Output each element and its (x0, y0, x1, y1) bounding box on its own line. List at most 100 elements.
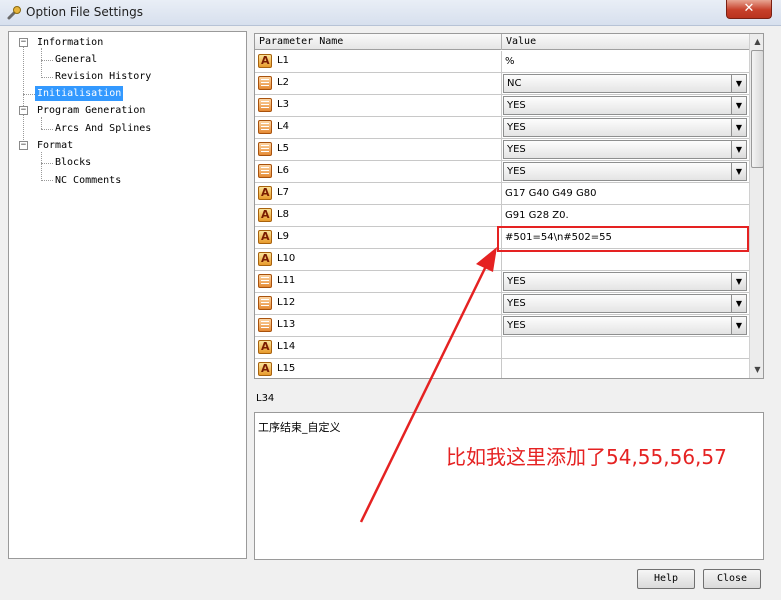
tree-item-blocks[interactable]: Blocks (55, 155, 91, 170)
value-text-cell[interactable] (501, 249, 749, 270)
annotation-highlight-box (497, 226, 749, 252)
tree-connector (41, 129, 53, 130)
value-text-cell[interactable] (501, 359, 749, 378)
close-button[interactable]: Close (703, 569, 761, 589)
tree-connector (41, 152, 42, 181)
value-dropdown[interactable]: YES ▼ (503, 96, 747, 115)
chevron-down-icon[interactable]: ▼ (731, 97, 746, 114)
parameter-name: L13 (277, 319, 296, 330)
parameter-name: L12 (277, 297, 296, 308)
text-param-icon (258, 252, 272, 266)
chevron-down-icon[interactable]: ▼ (731, 163, 746, 180)
tree-item-revision-history[interactable]: Revision History (55, 69, 151, 84)
table-row[interactable]: L2 NC ▼ (255, 73, 749, 95)
value-dropdown[interactable]: YES ▼ (503, 162, 747, 181)
text-param-icon (258, 186, 272, 200)
wrench-icon (7, 6, 21, 20)
scroll-thumb[interactable] (751, 50, 763, 168)
chevron-down-icon[interactable]: ▼ (731, 119, 746, 136)
column-header-value[interactable]: Value (501, 34, 749, 50)
value-text-cell[interactable]: G17 G40 G49 G80 (501, 183, 749, 204)
collapse-program-generation-icon[interactable]: − (19, 106, 28, 115)
scroll-up-icon[interactable]: ▲ (750, 34, 763, 49)
list-param-icon (258, 164, 272, 178)
parameter-name: L5 (277, 143, 289, 154)
dropdown-selected-value: YES (507, 320, 526, 331)
table-row[interactable]: L6 YES ▼ (255, 161, 749, 183)
list-param-icon (258, 142, 272, 156)
list-param-icon (258, 98, 272, 112)
tree-item-format[interactable]: Format (37, 138, 73, 153)
chevron-down-icon[interactable]: ▼ (731, 141, 746, 158)
tree-item-arcs-and-splines[interactable]: Arcs And Splines (55, 121, 151, 136)
window-title: Option File Settings (26, 5, 143, 19)
table-row[interactable]: L1% (255, 51, 749, 73)
table-row[interactable]: L5 YES ▼ (255, 139, 749, 161)
table-row[interactable]: L3 YES ▼ (255, 95, 749, 117)
parameter-name: L11 (277, 275, 296, 286)
table-row[interactable]: L15 (255, 359, 749, 378)
parameter-name: L8 (277, 209, 289, 220)
collapse-information-icon[interactable]: − (19, 38, 28, 47)
table-row[interactable]: L11 YES ▼ (255, 271, 749, 293)
tree-connector (41, 60, 53, 61)
list-param-icon (258, 76, 272, 90)
parameter-name: L6 (277, 165, 289, 176)
parameter-name: L2 (277, 77, 289, 88)
value-text-cell[interactable]: G91 G28 Z0. (501, 205, 749, 226)
tree-item-information[interactable]: Information (37, 35, 103, 50)
text-param-icon (258, 230, 272, 244)
parameter-name: L14 (277, 341, 296, 352)
help-button[interactable]: Help (637, 569, 695, 589)
value-dropdown[interactable]: YES ▼ (503, 118, 747, 137)
value-text-cell[interactable] (501, 337, 749, 358)
text-param-icon (258, 362, 272, 376)
chevron-down-icon[interactable]: ▼ (731, 273, 746, 290)
parameter-name: L10 (277, 253, 296, 264)
description-box: 工序结束_自定义 (254, 412, 764, 560)
tree-connector (23, 44, 24, 146)
grid-scrollbar[interactable]: ▲ ▼ (749, 34, 763, 378)
tree-connector (41, 77, 53, 78)
table-row[interactable]: L14 (255, 337, 749, 359)
dropdown-selected-value: NC (507, 78, 522, 89)
list-param-icon (258, 296, 272, 310)
text-param-icon (258, 208, 272, 222)
tree-connector (41, 117, 42, 129)
tree-item-general[interactable]: General (55, 52, 97, 67)
list-param-icon (258, 274, 272, 288)
table-row[interactable]: L8 G91 G28 Z0. (255, 205, 749, 227)
tree-item-nc-comments[interactable]: NC Comments (55, 173, 121, 188)
value-dropdown[interactable]: YES ▼ (503, 272, 747, 291)
collapse-format-icon[interactable]: − (19, 141, 28, 150)
dropdown-selected-value: YES (507, 276, 526, 287)
table-row[interactable]: L7 G17 G40 G49 G80 (255, 183, 749, 205)
parameter-grid: Parameter Name Value L1% L2 NC ▼ L3 YES ▼ L4 YES… (254, 33, 764, 379)
window-close-button[interactable]: ✕ (726, 0, 772, 19)
annotation-text: 比如我这里添加了54,55,56,57 (446, 445, 727, 469)
settings-tree: − Information General Revision History I… (8, 31, 247, 559)
value-dropdown[interactable]: NC ▼ (503, 74, 747, 93)
dropdown-selected-value: YES (507, 298, 526, 309)
chevron-down-icon[interactable]: ▼ (731, 295, 746, 312)
parameter-name: L7 (277, 187, 289, 198)
tree-item-program-generation[interactable]: Program Generation (37, 103, 145, 118)
tree-item-initialisation[interactable]: Initialisation (35, 86, 124, 101)
table-row[interactable]: L10 (255, 249, 749, 271)
text-param-icon (258, 340, 272, 354)
tree-connector (41, 48, 42, 78)
table-row[interactable]: L4 YES ▼ (255, 117, 749, 139)
value-text-cell[interactable]: % (501, 51, 749, 72)
chevron-down-icon[interactable]: ▼ (731, 75, 746, 92)
chevron-down-icon[interactable]: ▼ (731, 317, 746, 334)
title-bar: Option File Settings ✕ (0, 0, 781, 26)
table-row[interactable]: L12 YES ▼ (255, 293, 749, 315)
value-dropdown[interactable]: YES ▼ (503, 294, 747, 313)
column-header-parameter-name[interactable]: Parameter Name (255, 34, 501, 50)
parameter-name: L15 (277, 363, 296, 374)
table-row[interactable]: L13 YES ▼ (255, 315, 749, 337)
scroll-down-icon[interactable]: ▼ (750, 362, 763, 377)
value-dropdown[interactable]: YES ▼ (503, 140, 747, 159)
value-dropdown[interactable]: YES ▼ (503, 316, 747, 335)
parameter-name: L9 (277, 231, 289, 242)
